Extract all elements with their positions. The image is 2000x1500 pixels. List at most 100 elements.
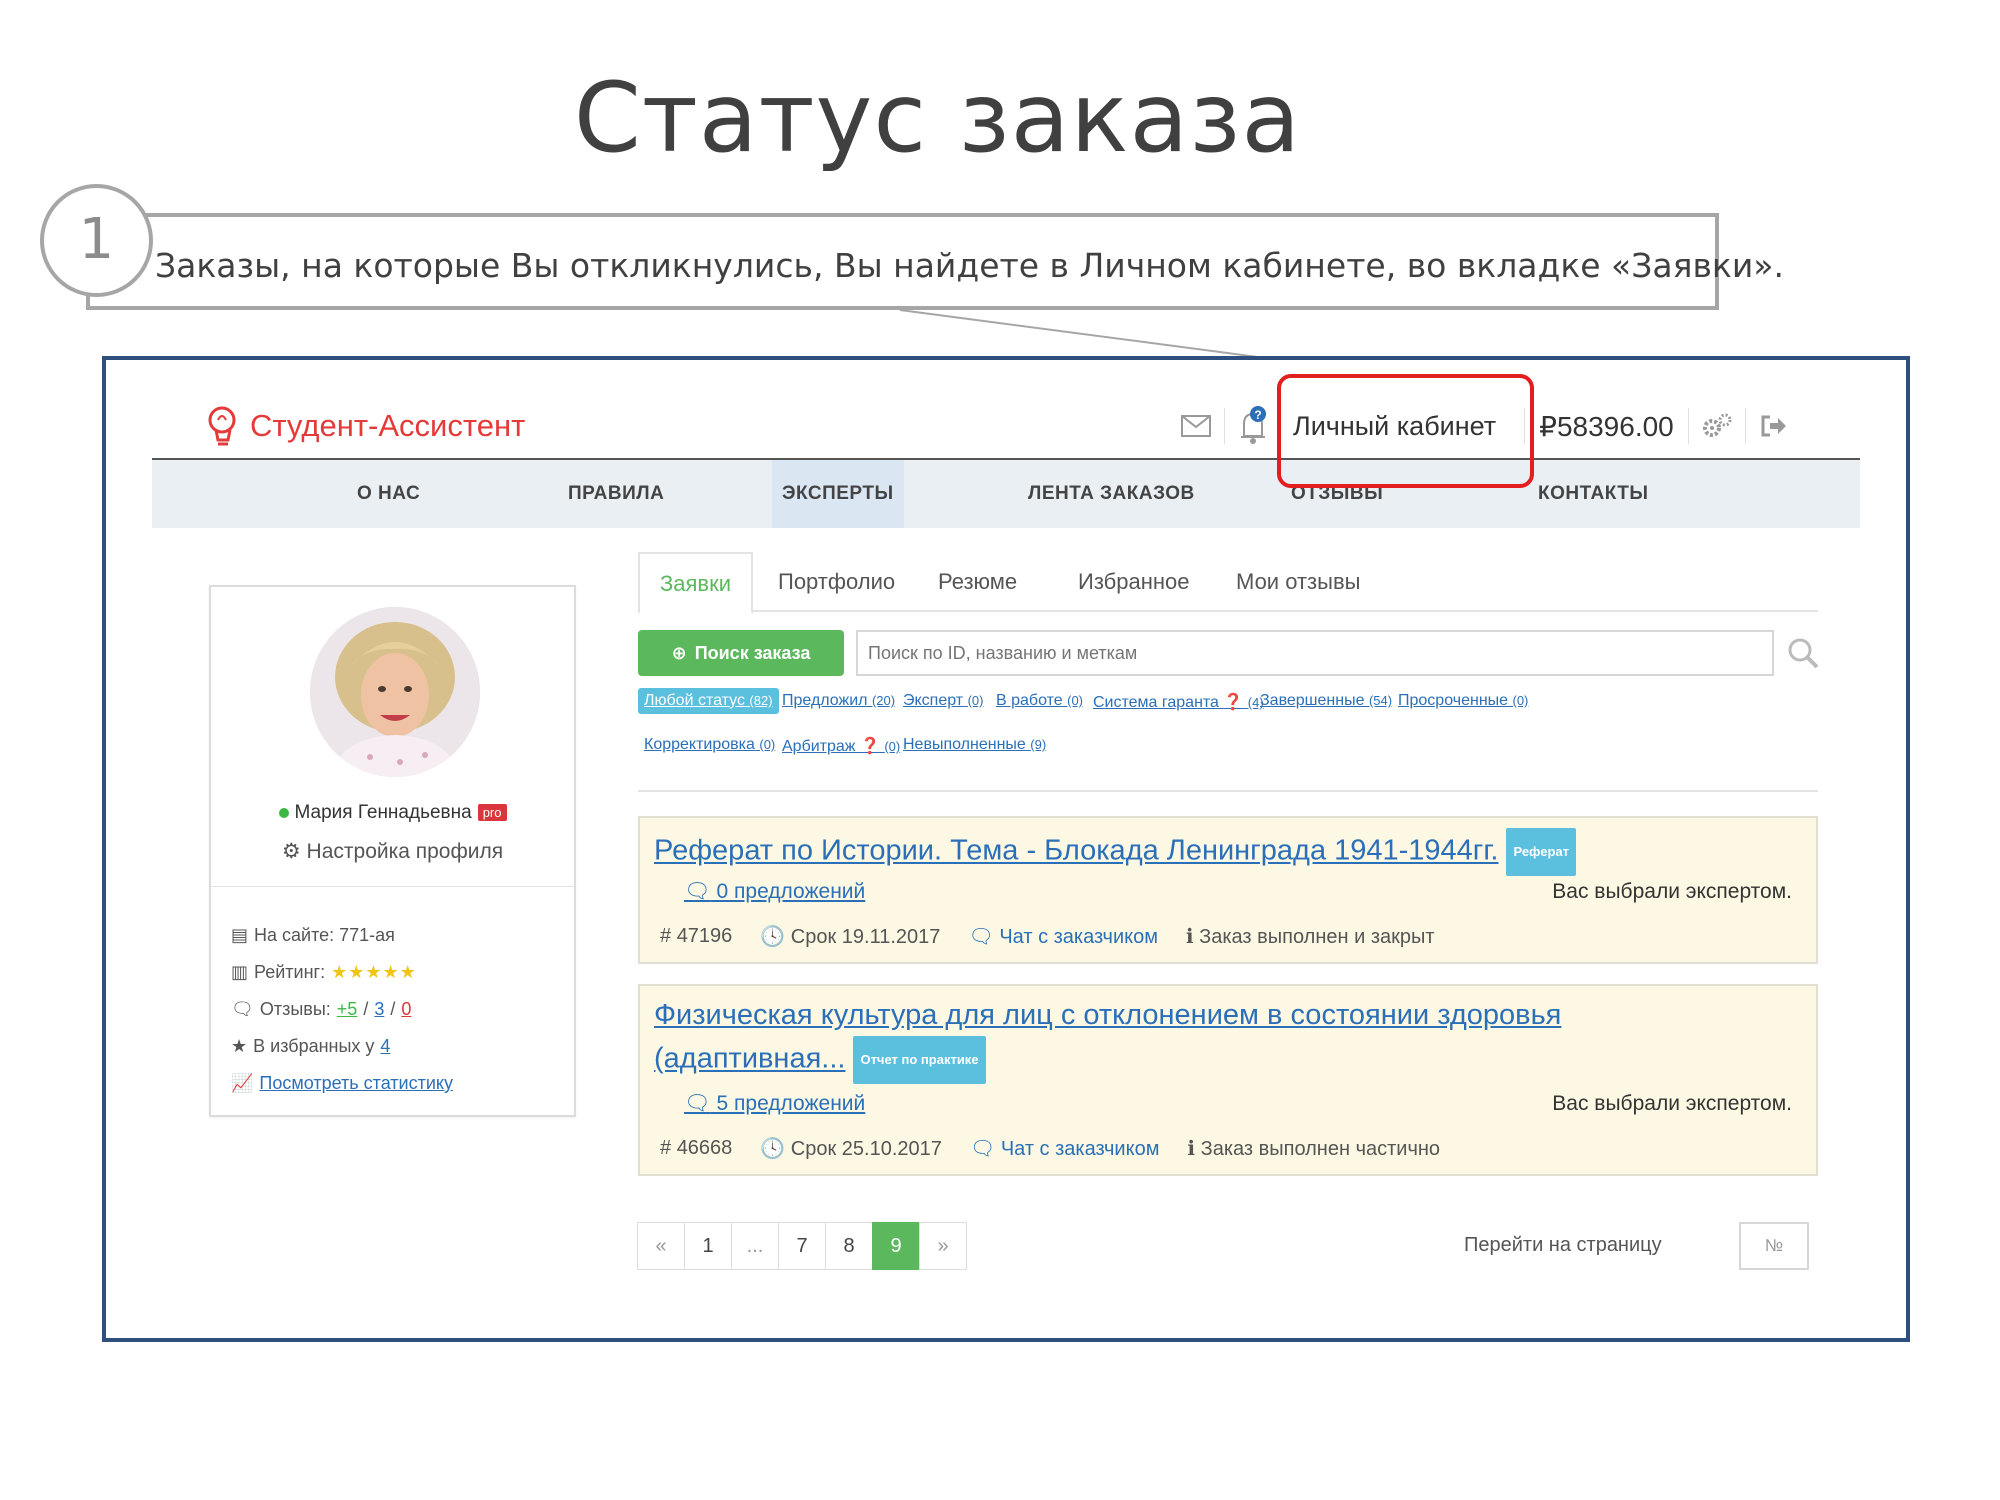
svg-text:?: ?: [1254, 408, 1261, 422]
rating-label: Рейтинг:: [254, 962, 326, 982]
nav-about[interactable]: О НАС: [357, 460, 420, 528]
page-link[interactable]: 8: [825, 1222, 873, 1270]
gears-icon: ⚙: [281, 840, 301, 863]
stat-rating: ▥ Рейтинг: ★★★★★: [231, 954, 453, 991]
profile-settings-label: Настройка профиля: [306, 840, 504, 863]
order-type-tag: Отчет по практике: [853, 1036, 986, 1084]
logout-icon[interactable]: [1754, 406, 1794, 446]
order-status: ℹ Заказ выполнен и закрыт: [1185, 926, 1435, 948]
order-type-tag: Реферат: [1506, 828, 1577, 876]
order-id: # 47196: [660, 925, 733, 947]
reviews-label: Отзывы:: [259, 999, 331, 1019]
order-status: ℹ Заказ выполнен частично: [1187, 1138, 1441, 1160]
search-icon[interactable]: [1786, 636, 1820, 670]
filter-not-completed[interactable]: Невыполненные (9): [903, 736, 1046, 754]
plus-circle-icon: ⊕: [671, 642, 687, 663]
reviews-negative-link[interactable]: 0: [401, 999, 411, 1020]
site-logo[interactable]: Студент-Ассистент: [206, 404, 525, 448]
filter-arbitration[interactable]: Арбитраж ❓ (0): [782, 736, 900, 756]
calendar-icon: ▤: [231, 925, 249, 945]
page-current[interactable]: 9: [872, 1222, 920, 1270]
chat-link[interactable]: 🗨 Чат с заказчиком: [970, 1136, 1160, 1161]
profile-name: Мария Геннадьевна pro: [211, 802, 574, 824]
search-input[interactable]: [856, 630, 1774, 676]
step-number: 1: [40, 184, 153, 297]
avatar[interactable]: [310, 607, 480, 777]
rating-stars: ★★★★★: [331, 962, 417, 982]
highlight-annotation: [1277, 374, 1534, 488]
comments-icon: 🗨: [684, 1092, 711, 1115]
filter-overdue[interactable]: Просроченные (0): [1398, 692, 1528, 710]
stat-favorites: ★ В избранных у4: [231, 1028, 453, 1065]
profile-name-text: Мария Геннадьевна: [294, 802, 472, 823]
tab-portfolio[interactable]: Портфолио: [778, 552, 895, 612]
tab-favorites[interactable]: Избранное: [1078, 552, 1190, 612]
nav-experts[interactable]: ЭКСПЕРТЫ: [772, 460, 904, 528]
stat-on-site-text: На сайте: 771-ая: [254, 925, 395, 945]
goto-page-input[interactable]: №: [1739, 1222, 1809, 1270]
chosen-status: Вас выбрали экспертом.: [1552, 1092, 1792, 1115]
filter-completed[interactable]: Завершенные (54): [1260, 692, 1392, 710]
nav-rules[interactable]: ПРАВИЛА: [568, 460, 664, 528]
search-order-label: Поиск заказа: [694, 642, 811, 663]
order-title-link[interactable]: Реферат по Истории. Тема - Блокада Ленин…: [654, 828, 1577, 876]
chat-link[interactable]: 🗨 Чат с заказчиком: [968, 924, 1158, 949]
order-id: # 46668: [660, 1137, 733, 1159]
filter-any-status[interactable]: Любой статус (82): [638, 688, 779, 714]
pro-badge: pro: [477, 804, 507, 822]
pagination: « 1 ... 7 8 9 »: [637, 1222, 967, 1270]
nav-order-feed[interactable]: ЛЕНТА ЗАКАЗОВ: [1028, 460, 1195, 528]
nav-contacts[interactable]: КОНТАКТЫ: [1538, 460, 1649, 528]
filter-expert[interactable]: Эксперт (0): [903, 692, 983, 710]
question-circle-icon: ❓: [1223, 694, 1244, 711]
gears-icon[interactable]: [1697, 406, 1737, 446]
divider: [1687, 408, 1689, 444]
profile-settings-link[interactable]: ⚙ Настройка профиля: [211, 839, 574, 864]
main-nav: О НАС ПРАВИЛА ЭКСПЕРТЫ ЛЕНТА ЗАКАЗОВ ОТЗ…: [152, 460, 1860, 528]
order-card: Физическая культура для лиц с отклонение…: [638, 984, 1818, 1176]
reviews-positive-link[interactable]: +5: [337, 999, 358, 1020]
filter-guarantee[interactable]: Система гаранта ❓ (4): [1093, 692, 1264, 712]
reviews-neutral-link[interactable]: 3: [374, 999, 384, 1020]
page-next[interactable]: »: [919, 1222, 967, 1270]
profile-card: Мария Геннадьевна pro ⚙ Настройка профиля…: [209, 585, 576, 1117]
stat-statistics: 📈 Посмотреть статистику: [231, 1065, 453, 1102]
envelope-icon[interactable]: [1176, 406, 1216, 446]
page-link[interactable]: 1: [684, 1222, 732, 1270]
offers-link[interactable]: 🗨 0 предложений: [684, 880, 865, 904]
bell-icon[interactable]: ?: [1233, 406, 1273, 446]
filter-in-progress[interactable]: В работе (0): [996, 692, 1083, 710]
screenshot-frame: Студент-Ассистент ? Личный кабинет ₽5839…: [102, 356, 1910, 1342]
order-card: Реферат по Истории. Тема - Блокада Ленин…: [638, 816, 1818, 964]
bar-chart-icon: ▥: [231, 962, 249, 982]
divider: [638, 790, 1818, 792]
filter-offered[interactable]: Предложил (20): [782, 692, 895, 710]
page-prev[interactable]: «: [637, 1222, 685, 1270]
deadline: 🕓 Срок 25.10.2017: [760, 1138, 942, 1160]
divider: [1744, 408, 1746, 444]
favorites-count-link[interactable]: 4: [380, 1036, 390, 1057]
tab-requests[interactable]: Заявки: [638, 552, 754, 614]
comments-icon: 🗨: [231, 999, 254, 1019]
order-meta: # 47196 🕓 Срок 19.11.2017 🗨 Чат с заказч…: [660, 924, 1435, 949]
cabinet-tabs: Заявки Портфолио Резюме Избранное Мои от…: [638, 552, 1818, 614]
tab-my-reviews[interactable]: Мои отзывы: [1236, 552, 1360, 612]
search-order-button[interactable]: ⊕ Поиск заказа: [638, 630, 844, 676]
filter-correction[interactable]: Корректировка (0): [644, 736, 775, 754]
offers-link[interactable]: 🗨 5 предложений: [684, 1092, 865, 1116]
question-circle-icon: ❓: [859, 738, 880, 755]
goto-page-label: Перейти на страницу: [1464, 1234, 1662, 1256]
order-title-link[interactable]: Физическая культура для лиц с отклонение…: [654, 994, 1561, 1084]
tab-resume[interactable]: Резюме: [938, 552, 1017, 612]
page-link[interactable]: 7: [778, 1222, 826, 1270]
profile-stats: ▤ На сайте: 771-ая ▥ Рейтинг: ★★★★★ 🗨 Отзывы…: [231, 917, 453, 1102]
balance[interactable]: ₽58396.00: [1533, 410, 1680, 443]
stat-on-site: ▤ На сайте: 771-ая: [231, 917, 453, 954]
divider: [1224, 408, 1225, 444]
view-statistics-link[interactable]: Посмотреть статистику: [259, 1073, 453, 1094]
chosen-status: Вас выбрали экспертом.: [1552, 880, 1792, 903]
favorites-label: В избранных у: [253, 1036, 375, 1056]
page-ellipsis: ...: [731, 1222, 779, 1270]
line-chart-icon: 📈: [231, 1073, 254, 1093]
callout-text: Заказы, на которые Вы откликнулись, Вы н…: [155, 246, 1784, 285]
